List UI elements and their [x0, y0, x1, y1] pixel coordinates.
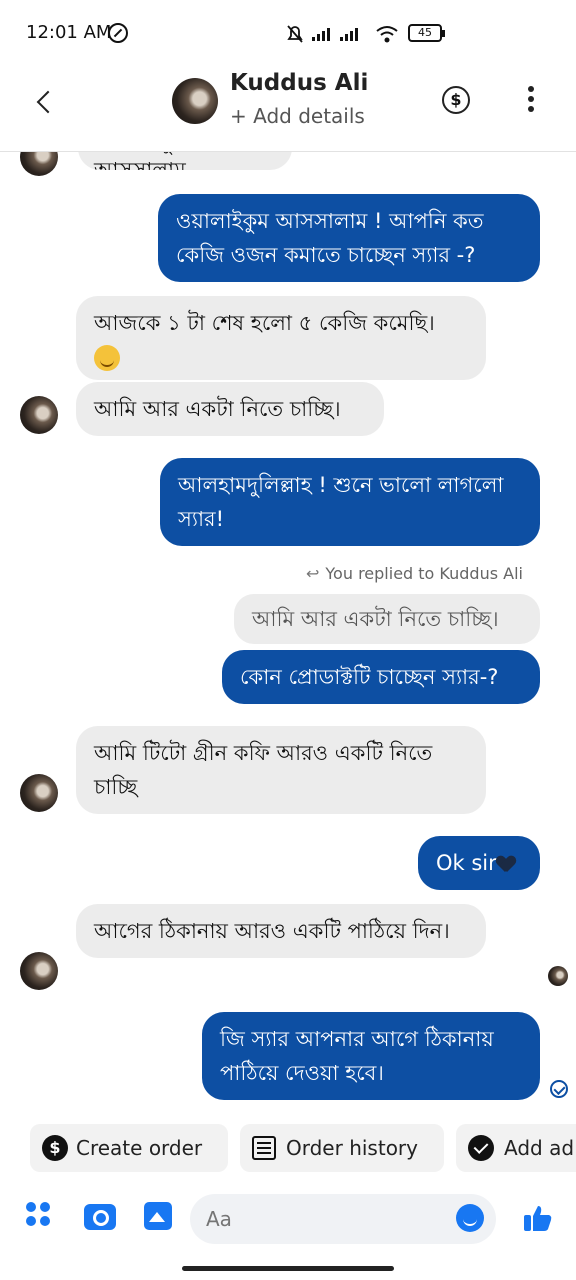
- gallery-icon[interactable]: [144, 1202, 172, 1230]
- message-composer: [0, 1186, 576, 1250]
- emoji-icon[interactable]: [456, 1204, 484, 1232]
- camera-icon[interactable]: [84, 1204, 116, 1230]
- receipt-icon: [252, 1136, 276, 1160]
- message-bubble-outgoing: কোন প্রোডাক্টটি চাচ্ছেন স্যার-?: [222, 650, 540, 704]
- smile-emoji-icon: [94, 345, 120, 371]
- dollar-icon: $: [42, 1135, 68, 1161]
- signal-icon: [312, 28, 330, 41]
- message-bubble-outgoing: আলহামদুলিল্লাহ ! শুনে ভালো লাগলো স্যার!: [160, 458, 540, 546]
- message-bubble-incoming: আজকে ১ টা শেষ হলো ৫ কেজি কমেছি।: [76, 296, 486, 380]
- apps-icon[interactable]: [26, 1202, 52, 1228]
- order-history-button[interactable]: Order history: [240, 1124, 444, 1172]
- sender-avatar: [20, 952, 58, 990]
- message-text: Ok sir: [436, 851, 497, 875]
- check-circle-icon: [468, 1135, 494, 1161]
- add-ad-label: Add ad: [504, 1136, 575, 1160]
- message-bubble-incoming: ওয়ালাইকুম আসসালাম: [78, 152, 292, 170]
- contact-avatar[interactable]: [172, 78, 218, 124]
- chat-header: Kuddus Ali + Add details $: [0, 66, 576, 152]
- message-bubble-incoming: আমি টিটো গ্রীন কফি আরও একটি নিতে চাচ্ছি: [76, 726, 486, 814]
- read-receipt-avatar: [548, 966, 568, 986]
- status-time: 12:01 AM: [26, 22, 112, 43]
- message-bubble-outgoing: ওয়ালাইকুম আসসালাম ! আপনি কত কেজি ওজন কম…: [158, 194, 540, 282]
- create-order-button[interactable]: $ Create order: [30, 1124, 228, 1172]
- wifi-icon: [376, 26, 398, 43]
- thumbs-up-icon[interactable]: [522, 1202, 554, 1234]
- message-text: আজকে ১ টা শেষ হলো ৫ কেজি কমেছি।: [94, 311, 435, 335]
- contact-name[interactable]: Kuddus Ali: [230, 70, 368, 96]
- quick-actions-bar: $ Create order Order history Add ad: [0, 1120, 576, 1176]
- message-input[interactable]: [190, 1194, 496, 1244]
- dollar-circle-icon[interactable]: $: [442, 86, 470, 114]
- sender-avatar: [20, 774, 58, 812]
- add-ad-button[interactable]: Add ad: [456, 1124, 576, 1172]
- home-indicator: [182, 1266, 394, 1271]
- heart-emoji-icon: [497, 856, 515, 872]
- reply-quote: আমি আর একটা নিতে চাচ্ছি।: [234, 594, 540, 644]
- message-bubble-outgoing: Ok sir: [418, 836, 540, 890]
- sender-avatar: [20, 152, 58, 176]
- message-bubble-outgoing: জি স্যার আপনার আগে ঠিকানায় পাঠিয়ে দেওয…: [202, 1012, 540, 1100]
- dnd-icon: [108, 23, 128, 43]
- back-chevron-icon[interactable]: [30, 86, 60, 116]
- message-bubble-incoming: আগের ঠিকানায় আরও একটি পাঠিয়ে দিন।: [76, 904, 486, 958]
- sender-avatar: [20, 396, 58, 434]
- sent-check-icon: [550, 1080, 568, 1098]
- battery-icon: 45: [408, 24, 445, 42]
- create-order-label: Create order: [76, 1136, 203, 1160]
- bell-muted-icon: [287, 25, 303, 43]
- order-history-label: Order history: [286, 1136, 418, 1160]
- message-bubble-incoming: আমি আর একটা নিতে চাচ্ছি।: [76, 382, 384, 436]
- kebab-menu-icon[interactable]: [528, 86, 536, 116]
- signal-icon-2: [340, 28, 358, 41]
- message-list: ওয়ালাইকুম আসসালাম ওয়ালাইকুম আসসালাম ! …: [0, 152, 576, 1112]
- status-bar: 12:01 AM 45: [0, 0, 576, 66]
- add-details-link[interactable]: + Add details: [230, 104, 365, 128]
- replied-label: You replied to Kuddus Ali: [306, 564, 523, 583]
